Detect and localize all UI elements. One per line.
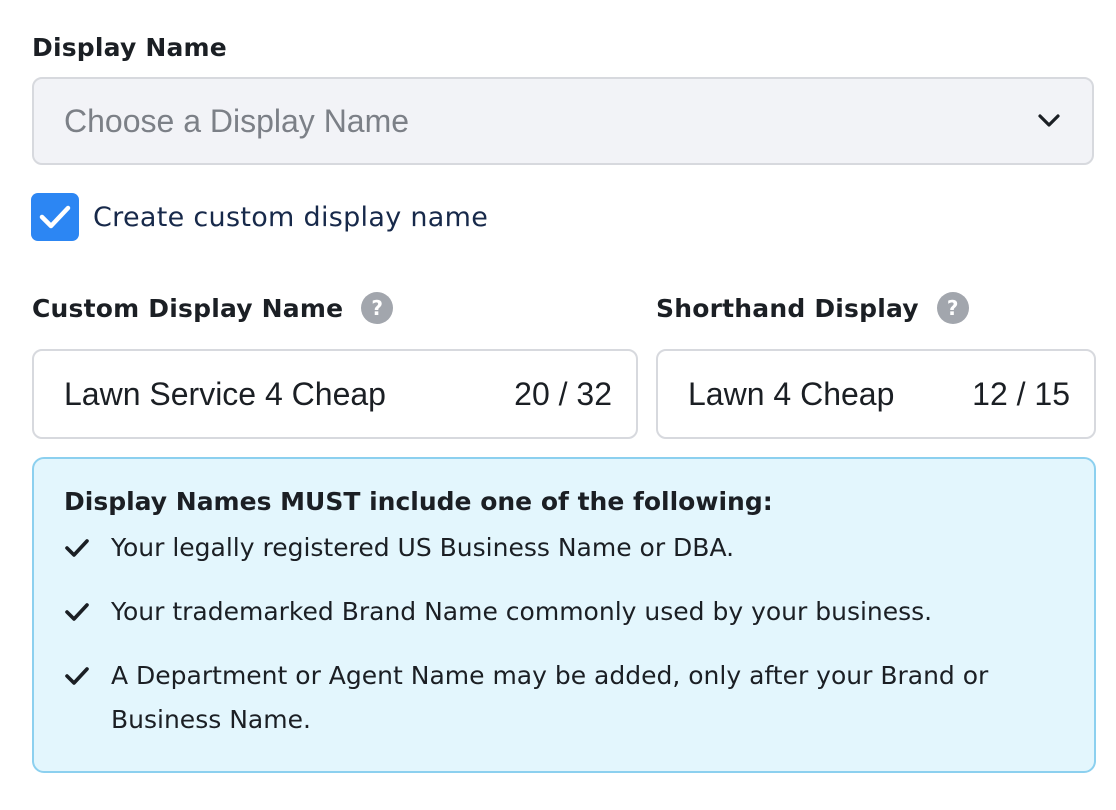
requirement-text: Your legally registered US Business Name… — [111, 533, 735, 562]
help-icon[interactable]: ? — [361, 292, 394, 324]
check-icon — [64, 526, 94, 570]
requirement-text: Your trademarked Brand Name commonly use… — [111, 597, 933, 626]
custom-display-name-value: Lawn Service 4 Cheap — [64, 375, 386, 412]
requirement-item: Your trademarked Brand Name commonly use… — [64, 590, 1064, 634]
shorthand-display-label: Shorthand Display ? — [656, 290, 969, 326]
custom-display-name-label-text: Custom Display Name — [32, 293, 344, 323]
check-icon — [64, 590, 94, 634]
custom-display-name-checkbox-label: Create custom display name — [93, 201, 489, 233]
shorthand-display-value: Lawn 4 Cheap — [688, 375, 895, 412]
display-name-label: Display Name — [32, 30, 227, 64]
shorthand-display-label-text: Shorthand Display — [656, 293, 919, 323]
custom-display-name-input[interactable]: Lawn Service 4 Cheap 20 / 32 — [32, 349, 638, 439]
check-icon — [64, 654, 94, 698]
shorthand-display-char-count: 12 / 15 — [972, 375, 1070, 412]
requirement-item: A Department or Agent Name may be added,… — [64, 654, 1064, 742]
custom-display-name-char-count: 20 / 32 — [514, 375, 612, 412]
checkmark-icon — [39, 205, 71, 229]
chevron-down-icon — [1036, 108, 1062, 134]
custom-display-name-checkbox[interactable] — [31, 193, 79, 241]
requirement-text: A Department or Agent Name may be added,… — [111, 661, 989, 734]
requirement-item: Your legally registered US Business Name… — [64, 526, 1064, 570]
display-name-label-text: Display Name — [32, 32, 227, 62]
custom-display-name-toggle[interactable]: Create custom display name — [31, 193, 488, 241]
display-name-placeholder: Choose a Display Name — [64, 102, 410, 139]
display-name-select[interactable]: Choose a Display Name — [32, 77, 1094, 165]
display-name-requirements-box: Display Names MUST include one of the fo… — [32, 457, 1096, 773]
custom-display-name-label: Custom Display Name ? — [32, 290, 394, 326]
help-icon[interactable]: ? — [936, 292, 969, 324]
requirements-title: Display Names MUST include one of the fo… — [64, 487, 773, 516]
shorthand-display-input[interactable]: Lawn 4 Cheap 12 / 15 — [656, 349, 1096, 439]
